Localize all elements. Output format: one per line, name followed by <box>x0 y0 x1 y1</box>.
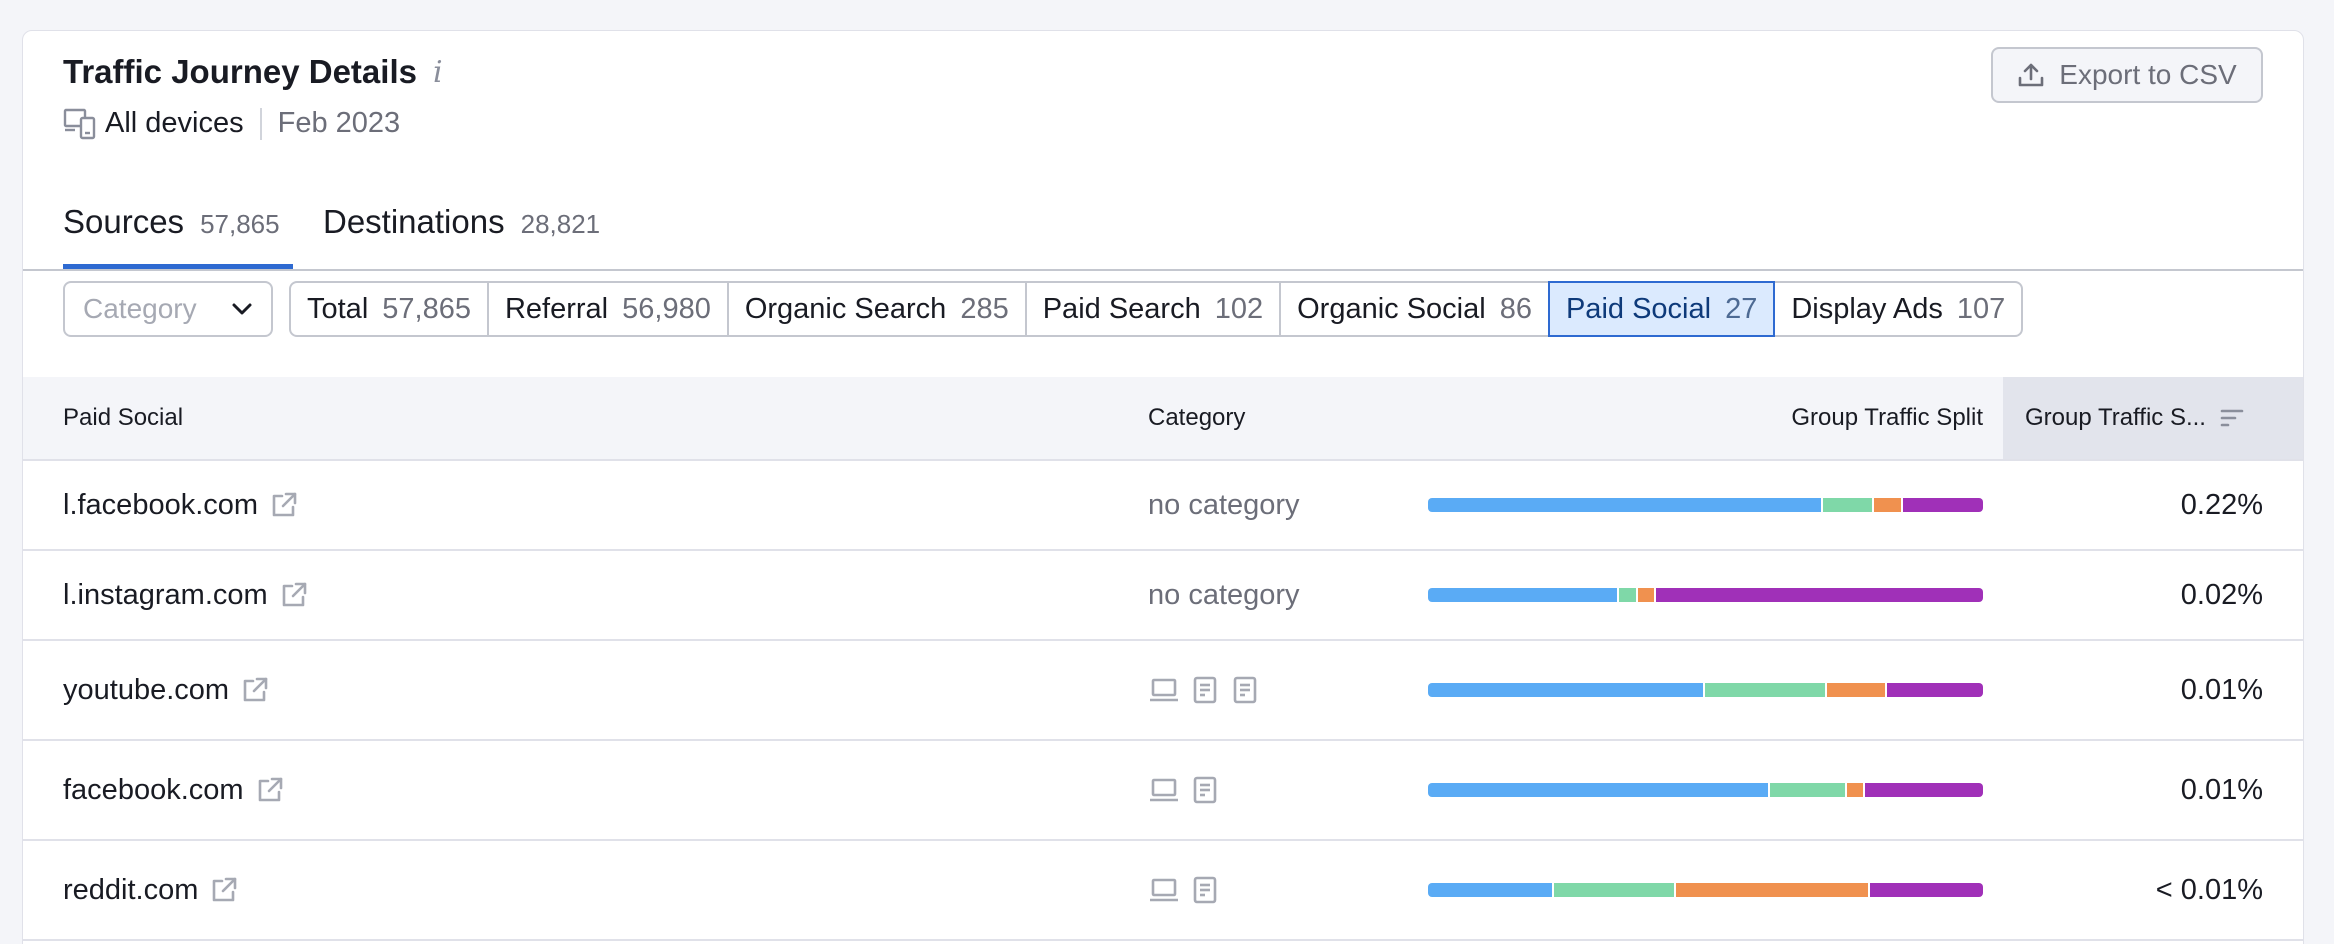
traffic-split-cell <box>23 641 2303 739</box>
split-segment <box>1428 883 1552 897</box>
table-row: facebook.com 0.01% <box>23 741 2303 841</box>
traffic-split-bar[interactable] <box>1428 498 1983 512</box>
split-segment <box>1903 498 1983 512</box>
chip-label: Referral <box>504 292 609 325</box>
split-segment <box>1846 783 1863 797</box>
tab-destinations[interactable]: Destinations 28,821 <box>323 203 600 269</box>
traffic-split-bar[interactable] <box>1428 883 1983 897</box>
chip-paid-social[interactable]: Paid Social 27 <box>1547 281 1776 337</box>
chip-count: 56,980 <box>622 292 711 325</box>
filters-bar: Category Total 57,865 Referral 56,980 Orga… <box>63 281 2024 337</box>
chip-count: 107 <box>1956 292 2006 325</box>
table-row: l.instagram.com no category 0.02% <box>23 551 2303 641</box>
traffic-journey-panel: Traffic Journey Details i All devices Fe… <box>22 30 2304 944</box>
table-row: l.facebook.com no category 0.22% <box>23 461 2303 551</box>
split-segment <box>1428 783 1769 797</box>
chip-label: Paid Social <box>1565 292 1712 325</box>
category-dropdown[interactable]: Category <box>63 281 273 337</box>
chip-organic-social[interactable]: Organic Social 86 <box>1279 281 1550 337</box>
chip-label: Display Ads <box>1791 292 1943 325</box>
split-segment <box>1822 498 1872 512</box>
traffic-share-value: 0.01% <box>2180 773 2263 806</box>
traffic-share-value: < 0.01% <box>2155 873 2263 906</box>
table-row: reddit.com < 0.01% <box>23 841 2303 941</box>
split-segment <box>1676 883 1869 897</box>
split-segment <box>1637 588 1655 602</box>
column-header-category: Category <box>1148 404 1246 431</box>
column-header-source: Paid Social <box>63 404 184 431</box>
traffic-split-bar[interactable] <box>1428 588 1983 602</box>
tab-label: Destinations <box>323 203 505 240</box>
split-segment <box>1870 883 1983 897</box>
split-segment <box>1656 588 1983 602</box>
date-label: Feb 2023 <box>277 107 401 139</box>
split-segment <box>1770 783 1845 797</box>
info-icon[interactable]: i <box>433 55 443 90</box>
devices-icon <box>63 108 97 140</box>
chip-paid-search[interactable]: Paid Search 102 <box>1024 281 1282 337</box>
tab-label: Sources <box>63 203 185 240</box>
chevron-down-icon <box>232 303 252 315</box>
traffic-split-cell <box>23 461 2303 549</box>
tab-count: 57,865 <box>200 209 280 239</box>
split-segment <box>1619 588 1636 602</box>
chip-count: 27 <box>1725 292 1758 325</box>
split-segment <box>1864 783 1983 797</box>
table-row: youtube.com 0.01% <box>23 641 2303 741</box>
chip-referral[interactable]: Referral 56,980 <box>486 281 729 337</box>
chip-count: 57,865 <box>382 292 471 325</box>
column-header-traffic-share[interactable]: Group Traffic S... <box>2003 377 2303 459</box>
column-header-traffic-split: Group Traffic Split <box>1791 404 1983 431</box>
split-segment <box>1553 883 1675 897</box>
chip-display-ads[interactable]: Display Ads 107 <box>1773 281 2024 337</box>
chip-count: 102 <box>1214 292 1264 325</box>
export-csv-button[interactable]: Export to CSV <box>1991 47 2263 103</box>
table-header: Paid Social Category Group Traffic Split… <box>23 377 2303 461</box>
chip-label: Total <box>307 292 369 325</box>
category-placeholder: Category <box>83 293 197 324</box>
chip-label: Organic Search <box>744 292 947 325</box>
chip-count: 86 <box>1499 292 1532 325</box>
device-filter-label[interactable]: All devices <box>105 107 244 140</box>
split-segment <box>1428 588 1618 602</box>
split-segment <box>1704 683 1826 697</box>
chip-count: 285 <box>960 292 1009 325</box>
traffic-split-bar[interactable] <box>1428 683 1983 697</box>
chip-label: Organic Social <box>1297 292 1486 325</box>
device-date-line: All devices Feb 2023 <box>63 107 400 140</box>
traffic-share-value: 0.01% <box>2180 673 2263 706</box>
tab-sources[interactable]: Sources 57,865 <box>63 203 293 269</box>
split-segment <box>1873 498 1902 512</box>
split-segment <box>1428 498 1821 512</box>
chip-total[interactable]: Total 57,865 <box>289 281 489 337</box>
traffic-split-cell <box>23 551 2303 639</box>
traffic-share-value: 0.02% <box>2180 578 2263 611</box>
traffic-split-bar[interactable] <box>1428 783 1983 797</box>
traffic-split-cell <box>23 841 2303 939</box>
panel-title-text: Traffic Journey Details <box>63 53 417 90</box>
chip-label: Paid Search <box>1042 292 1201 325</box>
export-csv-label: Export to CSV <box>2059 59 2237 90</box>
divider <box>259 107 262 140</box>
channel-filter-chips: Total 57,865 Referral 56,980 Organic Searc… <box>289 281 2024 337</box>
tabs: Sources 57,865 Destinations 28,821 <box>23 177 2303 271</box>
split-segment <box>1428 683 1703 697</box>
traffic-share-value: 0.22% <box>2180 488 2263 521</box>
split-segment <box>1827 683 1885 697</box>
tab-count: 28,821 <box>520 209 601 239</box>
chip-organic-search[interactable]: Organic Search 285 <box>726 281 1027 337</box>
traffic-split-cell <box>23 741 2303 839</box>
upload-icon <box>2018 63 2044 87</box>
column-header-label: Group Traffic S... <box>2025 404 2206 431</box>
sort-icon <box>2220 409 2244 427</box>
panel-title: Traffic Journey Details i <box>63 53 443 91</box>
split-segment <box>1886 683 1983 697</box>
